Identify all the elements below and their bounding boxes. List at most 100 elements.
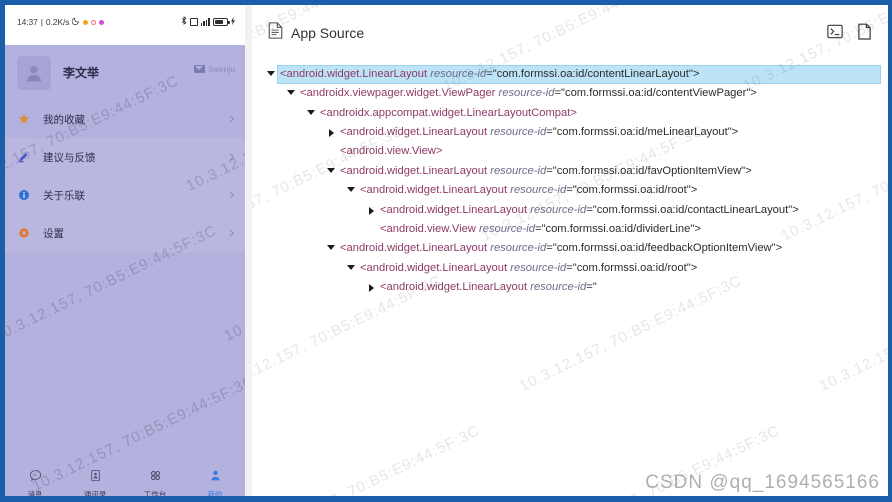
user-avatar-icon <box>27 65 41 81</box>
chevron-down-icon[interactable] <box>284 85 298 96</box>
tree-node[interactable]: <android.view.View resource-id="com.form… <box>252 220 888 239</box>
tree-node-label: <android.widget.LinearLayout resource-id… <box>340 242 783 255</box>
header-actions <box>827 23 872 45</box>
tab-contacts-label: 通讯录 <box>83 489 107 497</box>
tree-node[interactable]: <androidx.viewpager.widget.ViewPager res… <box>252 84 888 103</box>
terminal-icon[interactable] <box>827 24 843 44</box>
source-tree[interactable]: <android.widget.LinearLayout resource-id… <box>252 61 888 496</box>
menu-item-about-label: 关于乐联 <box>43 189 85 202</box>
menu-item-settings[interactable]: 设置 <box>5 214 245 252</box>
person-icon <box>209 469 222 487</box>
profile-account-label: liwenju <box>209 64 235 74</box>
tree-node[interactable]: <android.widget.LinearLayout resource-id… <box>252 181 888 200</box>
chevron-down-icon[interactable] <box>324 163 338 173</box>
chevron-right-icon <box>226 115 235 123</box>
grid-icon <box>149 469 162 487</box>
app-source-header: App Source <box>252 5 888 61</box>
window-border-right <box>888 0 892 502</box>
window-border-bottom <box>0 496 892 502</box>
tree-node-label: <androidx.viewpager.widget.ViewPager res… <box>300 87 757 100</box>
tree-node-label: <android.widget.LinearLayout resource-id… <box>360 184 698 197</box>
app-source-panel: App Source <android.widget.LinearLayout … <box>252 5 888 496</box>
charging-icon <box>231 16 235 27</box>
window-border-left <box>0 0 5 502</box>
tree-node-label: <android.widget.LinearLayout resource-id… <box>278 66 880 84</box>
panel-gutter <box>245 5 252 496</box>
chevron-down-icon[interactable] <box>264 66 278 76</box>
notification-dot-magenta-icon <box>99 19 105 25</box>
document-icon <box>268 22 283 44</box>
device-mirror-panel[interactable]: 14:37 | 0.2K/s 李文举 liwenju 我的收藏 建议与反馈 关于… <box>5 5 245 496</box>
chevron-down-icon[interactable] <box>304 105 318 115</box>
chevron-right-icon <box>226 153 235 161</box>
tree-node[interactable]: <android.widget.LinearLayout resource-id… <box>252 239 888 258</box>
chevron-down-icon[interactable] <box>344 260 358 270</box>
status-bar-left: 14:37 | 0.2K/s <box>17 17 105 27</box>
chat-bubble-icon <box>29 469 42 487</box>
tree-node[interactable]: <android.widget.LinearLayout resource-id… <box>252 65 888 84</box>
signal-5g-icon <box>200 17 210 26</box>
menu-item-favorites[interactable]: 我的收藏 <box>5 100 245 138</box>
bottom-tab-bar[interactable]: 消息 通讯录 工作台 我的 <box>5 464 245 496</box>
tab-workbench-label: 工作台 <box>143 489 167 497</box>
tree-node[interactable]: <android.widget.LinearLayout resource-id… <box>252 259 888 278</box>
chevron-right-icon <box>226 229 235 237</box>
menu-empty-space <box>5 252 245 464</box>
tree-node[interactable]: <android.widget.LinearLayout resource-id… <box>252 123 888 142</box>
envelope-icon <box>194 65 205 73</box>
bluetooth-icon <box>181 16 187 27</box>
chevron-right-icon[interactable] <box>364 279 378 292</box>
tree-node-label: <android.widget.LinearLayout resource-id… <box>340 164 752 177</box>
tab-messages-label: 消息 <box>27 489 43 497</box>
status-bar-right <box>181 16 235 27</box>
tree-node[interactable]: <android.view.View> <box>252 142 888 161</box>
screenshot-root: 14:37 | 0.2K/s 李文举 liwenju 我的收藏 建议与反馈 关于… <box>0 0 892 502</box>
menu-item-feedback[interactable]: 建议与反馈 <box>5 138 245 176</box>
alarm-icon <box>189 17 198 26</box>
profile-name: 李文举 <box>63 66 100 80</box>
status-network-speed: 0.2K/s <box>45 17 70 27</box>
moon-icon <box>72 17 80 27</box>
chevron-down-icon[interactable] <box>324 240 338 251</box>
profile-account: liwenju <box>194 64 235 74</box>
tab-mine-label: 我的 <box>207 489 223 497</box>
page-title: App Source <box>291 25 365 41</box>
status-separator: | <box>40 17 43 27</box>
device-status-bar: 14:37 | 0.2K/s <box>5 5 245 45</box>
tree-node-label: <android.widget.LinearLayout resource-id… <box>380 280 597 293</box>
tree-node[interactable]: <android.widget.LinearLayout resource-id… <box>252 162 888 181</box>
status-time: 14:37 <box>17 17 38 27</box>
tree-node-label: <androidx.appcompat.widget.LinearLayoutC… <box>320 106 577 119</box>
star-icon <box>17 113 31 125</box>
pencil-icon <box>17 151 31 163</box>
tree-node-label: <android.widget.LinearLayout resource-id… <box>360 261 698 274</box>
tree-node-label: <android.widget.LinearLayout resource-id… <box>380 203 799 216</box>
menu-item-feedback-label: 建议与反馈 <box>43 151 96 164</box>
chevron-down-icon[interactable] <box>344 182 358 193</box>
window-border-top <box>0 0 892 5</box>
info-circle-icon <box>17 189 31 201</box>
notification-dot-red-icon <box>91 19 97 25</box>
notification-dot-orange-icon <box>83 19 89 25</box>
tree-node[interactable]: <androidx.appcompat.widget.LinearLayoutC… <box>252 104 888 123</box>
tree-node[interactable]: <android.widget.LinearLayout resource-id… <box>252 278 888 297</box>
tab-messages[interactable]: 消息 <box>5 469 65 497</box>
profile-menu: 我的收藏 建议与反馈 关于乐联 设置 <box>5 100 245 464</box>
tree-node[interactable]: <android.widget.LinearLayout resource-id… <box>252 201 888 220</box>
tree-node-label: <android.widget.LinearLayout resource-id… <box>340 126 739 139</box>
tab-mine[interactable]: 我的 <box>185 469 245 497</box>
copy-icon[interactable] <box>857 23 872 45</box>
chevron-right-icon[interactable] <box>324 124 338 138</box>
battery-icon <box>213 17 230 26</box>
avatar[interactable] <box>17 55 51 90</box>
tab-workbench[interactable]: 工作台 <box>125 469 185 497</box>
menu-item-about[interactable]: 关于乐联 <box>5 176 245 214</box>
chevron-right-icon[interactable] <box>364 202 378 215</box>
chevron-right-icon <box>226 191 235 199</box>
tab-contacts[interactable]: 通讯录 <box>65 469 125 497</box>
menu-item-settings-label: 设置 <box>43 227 64 240</box>
tree-node-label: <android.view.View> <box>340 145 443 158</box>
contacts-icon <box>89 469 102 487</box>
profile-header[interactable]: 李文举 liwenju <box>5 45 245 100</box>
gear-icon <box>17 227 31 239</box>
